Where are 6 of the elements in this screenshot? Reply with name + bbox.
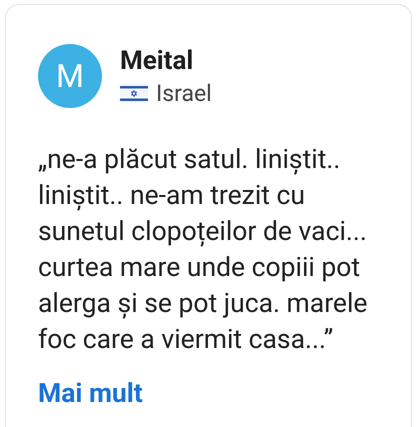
flag-icon: [120, 84, 148, 102]
avatar: M: [38, 44, 102, 108]
reviewer-name: Meital: [120, 46, 194, 76]
more-link[interactable]: Mai mult: [38, 378, 143, 410]
country-label: Israel: [156, 80, 212, 106]
review-text: „ne-a plăcut satul. liniștit.. liniștit.. ne-am trezit cu sunetul clopoțeilor de vaci... curtea mare unde copiii pot alerga și se pot juca. marele foc care a viermit casa...”: [38, 143, 368, 357]
